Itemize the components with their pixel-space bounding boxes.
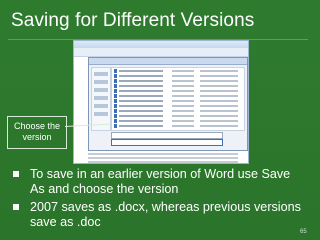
file-row — [112, 89, 244, 93]
nav-item — [94, 112, 108, 116]
word-file-icon — [114, 114, 117, 118]
file-row — [112, 119, 244, 123]
square-bullet-icon — [13, 204, 19, 210]
file-row-text — [119, 90, 163, 92]
file-row-text — [172, 70, 194, 72]
document-line — [88, 161, 238, 163]
file-row-text — [200, 85, 238, 87]
file-row-text — [200, 110, 238, 112]
dialog-titlebar — [89, 58, 247, 65]
bullet-item: To save in an earlier version of Word us… — [12, 167, 307, 197]
file-row — [112, 79, 244, 83]
file-row-text — [200, 100, 238, 102]
slide-title: Saving for Different Versions — [11, 10, 255, 31]
file-row-text — [119, 105, 163, 107]
save-as-dialog — [88, 57, 248, 151]
nav-item — [94, 80, 108, 84]
word-file-icon — [114, 109, 117, 113]
word-file-icon — [114, 74, 117, 78]
file-row-text — [119, 95, 163, 97]
file-row-text — [119, 70, 163, 72]
file-row-text — [200, 115, 238, 117]
file-row-text — [172, 105, 194, 107]
word-file-icon — [114, 124, 117, 128]
file-row-text — [119, 85, 163, 87]
file-row-text — [172, 85, 194, 87]
file-row-text — [119, 125, 163, 127]
word-file-icon — [114, 79, 117, 83]
file-row-text — [200, 125, 238, 127]
callout-label: Choose the version — [13, 121, 61, 142]
document-line — [88, 157, 238, 159]
file-row — [112, 109, 244, 113]
document-line — [88, 153, 238, 155]
nav-item — [94, 72, 108, 76]
nav-item — [94, 104, 108, 108]
ribbon — [74, 48, 248, 57]
file-row-text — [200, 75, 238, 77]
bullet-text: To save in an earlier version of Word us… — [30, 167, 291, 196]
bullet-item: 2007 saves as .docx, whereas previous ve… — [12, 200, 307, 230]
file-row — [112, 94, 244, 98]
file-row-text — [172, 110, 194, 112]
file-row-text — [200, 80, 238, 82]
page-number: 65 — [300, 229, 307, 235]
bullet-text: 2007 saves as .docx, whereas previous ve… — [30, 200, 301, 229]
dialog-nav-pane — [91, 67, 111, 131]
file-row — [112, 69, 244, 73]
file-row-text — [172, 80, 194, 82]
word-file-icon — [114, 94, 117, 98]
file-row — [112, 114, 244, 118]
file-name-field — [111, 132, 223, 139]
save-as-screenshot — [73, 40, 249, 164]
file-row-text — [172, 115, 194, 117]
file-row — [112, 74, 244, 78]
file-row-text — [119, 75, 163, 77]
square-bullet-icon — [13, 171, 19, 177]
nav-item — [94, 96, 108, 100]
file-row-text — [119, 80, 163, 82]
save-as-type-dropdown — [111, 139, 223, 146]
file-row-text — [119, 110, 163, 112]
file-row-text — [200, 95, 238, 97]
nav-item — [94, 88, 108, 92]
word-file-icon — [114, 119, 117, 123]
file-row — [112, 124, 244, 128]
file-row-text — [200, 70, 238, 72]
file-row-text — [119, 115, 163, 117]
file-list — [111, 67, 245, 131]
word-file-icon — [114, 99, 117, 103]
file-row — [112, 84, 244, 88]
word-file-icon — [114, 104, 117, 108]
word-file-icon — [114, 84, 117, 88]
file-row-text — [200, 120, 238, 122]
callout-box: Choose the version — [7, 116, 67, 149]
file-row-text — [172, 125, 194, 127]
word-file-icon — [114, 69, 117, 73]
file-row-text — [172, 100, 194, 102]
file-row-text — [172, 95, 194, 97]
file-row — [112, 104, 244, 108]
document-text — [88, 151, 238, 163]
file-row — [112, 99, 244, 103]
file-row-text — [172, 90, 194, 92]
bullet-list: To save in an earlier version of Word us… — [12, 167, 307, 233]
file-row-text — [172, 120, 194, 122]
file-row-text — [172, 75, 194, 77]
file-row-text — [119, 120, 163, 122]
file-row-text — [119, 100, 163, 102]
word-file-icon — [114, 89, 117, 93]
file-row-text — [200, 90, 238, 92]
slide: Saving for Different Versions Choose the… — [0, 0, 320, 240]
file-row-text — [200, 105, 238, 107]
